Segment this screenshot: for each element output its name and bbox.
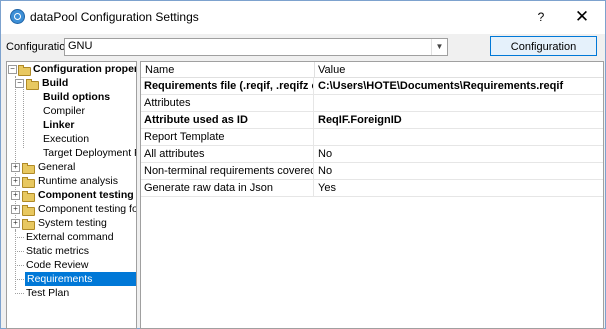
folder-icon <box>22 163 35 174</box>
property-name: Generate raw data in Json <box>141 180 314 197</box>
tree-item-execution[interactable]: Execution <box>43 132 89 146</box>
help-button[interactable]: ? <box>527 6 555 28</box>
settings-tree[interactable]: − Configuration properties − Build Build… <box>6 61 137 329</box>
property-row[interactable]: Attribute used as ID ReqIF.ForeignID <box>141 112 603 129</box>
folder-icon <box>22 191 35 202</box>
tree-item-code-review[interactable]: Code Review <box>26 258 88 272</box>
folder-icon <box>18 65 31 76</box>
folder-icon <box>26 79 39 90</box>
grid-header: Name Value <box>141 62 603 78</box>
property-row[interactable]: All attributes No <box>141 146 603 163</box>
column-header-value[interactable]: Value <box>318 64 345 76</box>
folder-icon <box>22 177 35 188</box>
tree-connector <box>15 293 24 294</box>
property-name: Report Template <box>141 129 314 146</box>
tree-connector <box>15 251 24 252</box>
property-row[interactable]: Report Template <box>141 129 603 146</box>
tree-item-test-plan[interactable]: Test Plan <box>26 286 69 300</box>
tree-item-build[interactable]: Build <box>42 76 68 90</box>
tree-connector <box>15 279 24 280</box>
property-name: Attribute used as ID <box>141 112 314 129</box>
configuration-value: GNU <box>68 40 93 52</box>
tree-item-target-deployment[interactable]: Target Deployment Port <box>43 146 136 160</box>
property-value[interactable]: C:\Users\HOTE\Documents\Requirements.req… <box>315 78 603 95</box>
property-name: Non-terminal requirements covered by chi… <box>141 163 314 180</box>
tree-item-component-testing[interactable]: Component testing for <box>38 188 136 202</box>
expand-icon[interactable]: + <box>11 205 20 214</box>
tree-item-component-testing-c[interactable]: Component testing for C <box>38 202 136 216</box>
tree-item-build-options[interactable]: Build options <box>43 90 110 104</box>
property-row[interactable]: Generate raw data in Json Yes <box>141 180 603 197</box>
folder-icon <box>22 205 35 216</box>
property-name: Requirements file (.reqif, .reqifz or <box>141 78 314 95</box>
tree-item-requirements[interactable]: Requirements <box>25 272 136 286</box>
tree-item-linker[interactable]: Linker <box>43 118 75 132</box>
tree-item-compiler[interactable]: Compiler <box>43 104 85 118</box>
property-value[interactable]: No <box>315 163 603 180</box>
window-title: dataPool Configuration Settings <box>30 10 199 24</box>
property-value[interactable]: Yes <box>315 180 603 197</box>
configuration-manager-button[interactable]: Configuration Manager... <box>490 36 597 73</box>
tree-item-configuration-properties[interactable]: Configuration properties <box>33 62 136 76</box>
dialog-window: dataPool Configuration Settings ? ✕ Conf… <box>0 0 606 329</box>
property-row[interactable]: Attributes <box>141 95 603 112</box>
title-bar: dataPool Configuration Settings ? ✕ <box>1 1 605 34</box>
app-logo-icon <box>10 9 25 24</box>
expand-icon[interactable]: + <box>11 219 20 228</box>
collapse-icon[interactable]: − <box>15 79 24 88</box>
expand-icon[interactable]: + <box>11 177 20 186</box>
configuration-dropdown[interactable]: GNU ▼ <box>64 38 448 56</box>
collapse-icon[interactable]: − <box>8 65 17 74</box>
property-value[interactable] <box>315 95 603 112</box>
expand-icon[interactable]: + <box>11 163 20 172</box>
expand-icon[interactable]: + <box>11 191 20 200</box>
folder-icon <box>22 219 35 230</box>
chevron-down-icon[interactable]: ▼ <box>431 39 447 55</box>
close-button[interactable]: ✕ <box>568 6 596 28</box>
tree-connector <box>15 230 16 290</box>
property-row[interactable]: Requirements file (.reqif, .reqifz or C:… <box>141 78 603 95</box>
column-divider[interactable] <box>314 62 315 77</box>
property-value[interactable]: ReqIF.ForeignID <box>315 112 603 129</box>
tree-item-system-testing[interactable]: System testing <box>38 216 107 230</box>
property-value[interactable] <box>315 129 603 146</box>
tree-connector <box>23 86 24 148</box>
property-row[interactable]: Non-terminal requirements covered by chi… <box>141 163 603 180</box>
tree-item-static-metrics[interactable]: Static metrics <box>26 244 89 258</box>
tree-item-general[interactable]: General <box>38 160 75 174</box>
property-grid[interactable]: Name Value Requirements file (.reqif, .r… <box>140 61 604 329</box>
tree-connector <box>15 265 24 266</box>
column-header-name[interactable]: Name <box>145 64 174 76</box>
property-value[interactable]: No <box>315 146 603 163</box>
property-name: Attributes <box>141 95 314 112</box>
property-name: All attributes <box>141 146 314 163</box>
tree-connector <box>15 237 24 238</box>
tree-item-external-command[interactable]: External command <box>26 230 114 244</box>
tree-item-runtime-analysis[interactable]: Runtime analysis <box>38 174 118 188</box>
